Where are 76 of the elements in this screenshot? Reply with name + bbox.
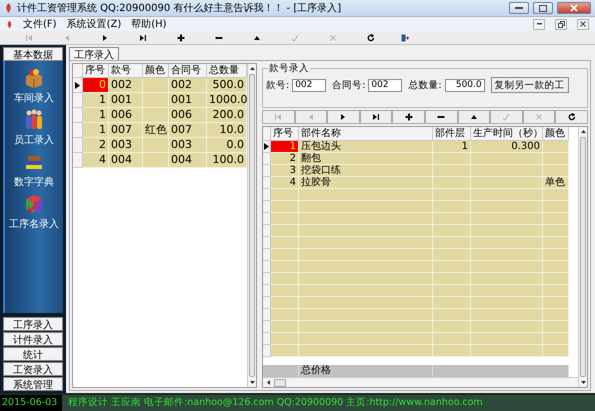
sidebar-item[interactable]: 数字字典 [14,151,54,189]
column-header: 款号 [109,64,143,78]
category-button[interactable]: 系统管理 [3,377,63,391]
table-cell: 压包边头 [299,141,433,153]
table-cell: 2 [83,138,109,153]
table-cell: 004 [109,153,143,168]
column-header: 序号 [271,127,299,141]
table-cell: 4 [271,177,299,189]
field-label: 总数量: [408,78,442,92]
menu-item[interactable]: 系统设置(Z) [66,17,122,31]
table-cell: 002 [169,78,207,93]
table-cell: 1 [83,108,109,123]
sidebar-item[interactable]: 车间录入 [14,67,54,105]
table-cell: 3 [271,165,299,177]
column-header: 颜色 [143,64,169,78]
table-cell: 006 [169,108,207,123]
table-cell: 002 [109,78,143,93]
sidebar-item-label: 数字字典 [14,176,54,189]
column-header: 合同号 [169,64,207,78]
column-header: 序号 [83,64,109,78]
table-cell: 500.0 [207,78,247,93]
table-cell: 007 [109,123,143,138]
input-field[interactable]: 002 [292,78,326,92]
tab[interactable]: 工序录入 [69,47,119,60]
copy-button[interactable]: 复制另一款的工 [490,77,569,93]
table-cell: 004 [169,153,207,168]
table-cell: 1 [83,123,109,138]
column-header: 颜色 [543,127,569,141]
category-button[interactable]: 基本数据 [3,47,63,61]
table-cell: 单色 [543,177,569,189]
table-cell: 100.0 [207,153,247,168]
table-cell: 红色 [143,123,169,138]
sidebar-item-label: 车间录入 [14,92,54,105]
input-field[interactable]: 500.0 [444,78,485,92]
table-cell: 10.0 [207,123,247,138]
sidebar-item-label: 工序名录入 [9,218,59,231]
table-cell: 0.0 [207,138,247,153]
table-cell: 0 [83,78,109,93]
table-cell: 4 [83,153,109,168]
column-header: 总数量 [207,64,247,78]
column-header: 部件名称 [299,127,433,141]
total-price-label: 总价格 [299,365,433,377]
table-cell: 003 [169,138,207,153]
field-label: 款号: [266,78,290,92]
table-cell: 200.0 [207,108,247,123]
table-cell: 1 [83,93,109,108]
table-cell: 挖袋口练 [299,165,433,177]
table-cell: 拉胶骨 [299,177,433,189]
group-title: 款号录入 [268,62,310,75]
table-cell: 006 [109,108,143,123]
column-header: 生产时间（秒） [471,127,543,141]
category-button[interactable]: 工序录入 [3,317,63,331]
table-cell: 003 [109,138,143,153]
status-date: 2015-06-03 [0,395,62,411]
table-cell: 翻包 [299,153,433,165]
table-cell: 1 [433,141,471,153]
input-field[interactable]: 002 [368,78,402,92]
table-cell: 2 [271,153,299,165]
menu-item[interactable]: 帮助(H) [131,17,167,31]
table-cell: 1000.0 [207,93,247,108]
sidebar-item[interactable]: 工序名录入 [9,193,59,231]
category-button[interactable]: 计件录入 [3,332,63,346]
sidebar-item[interactable]: 员工录入 [14,109,54,147]
category-button[interactable]: 统计 [3,347,63,361]
status-text: 程序设计 王应南 电子邮件:nanhoo@126.com QQ:20900090 主页:http://www.nanhoo.com [67,396,484,410]
table-cell: 1 [271,141,299,153]
field-label: 合同号: [332,78,366,92]
menu-item[interactable]: 文件(F) [23,17,57,31]
table-cell: 001 [169,93,207,108]
table-cell: 001 [109,93,143,108]
sidebar-item-label: 员工录入 [14,134,54,147]
category-button[interactable]: 工资录入 [3,362,63,376]
table-cell: 007 [169,123,207,138]
window-title: 计件工资管理系统 QQ:20900090 有什么好主意告诉我！！ - [工序录入] [17,2,342,15]
column-header: 部件层 [433,127,471,141]
table-cell: 0.300 [471,141,543,153]
